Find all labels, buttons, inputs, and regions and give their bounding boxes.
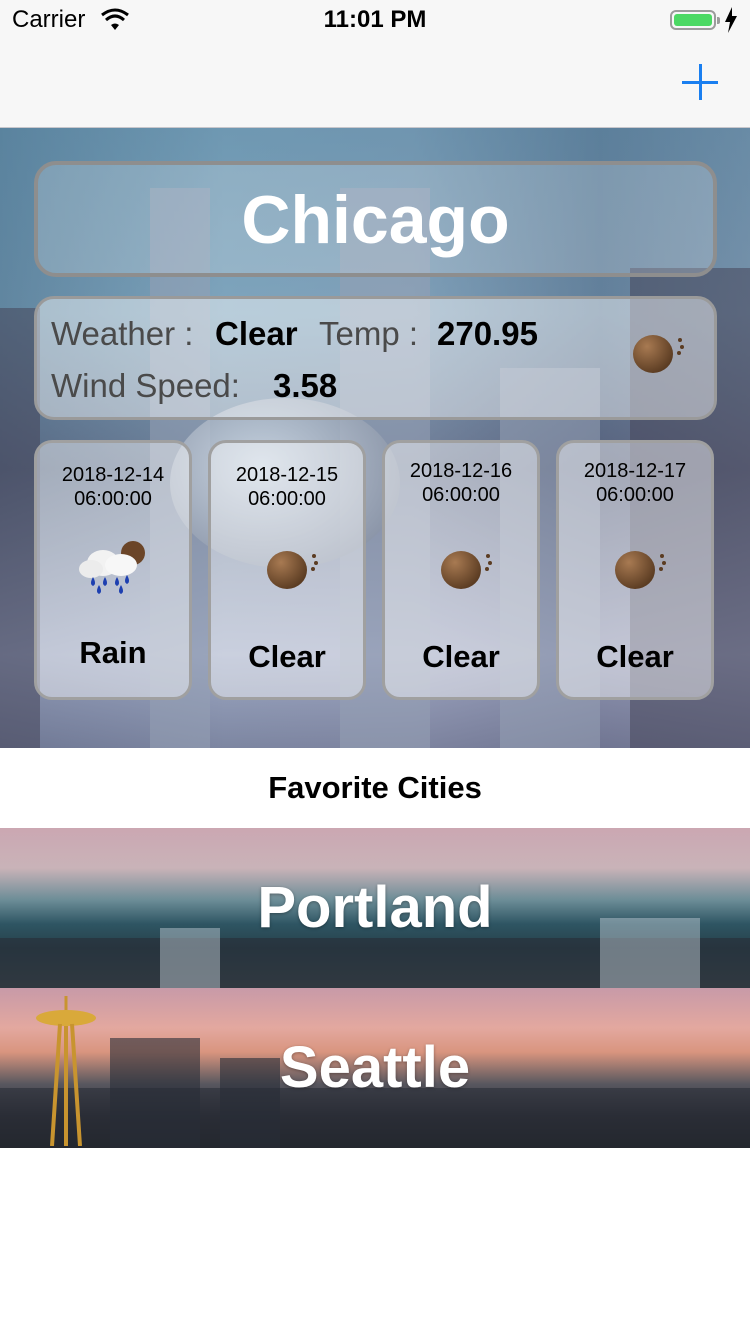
status-bar: Carrier 11:01 PM [0,0,750,40]
forecast-card[interactable]: 2018-12-17 06:00:00 Clear [556,440,714,700]
clear-sun-icon [441,551,490,589]
favorite-city-name: Seattle [279,1035,471,1100]
forecast-card[interactable]: 2018-12-14 06:00:00 Rain [34,440,192,700]
temp-label: Temp : [319,315,419,352]
favorites-title: Favorite Cities [268,770,482,805]
status-time: 11:01 PM [323,6,427,33]
add-city-button[interactable] [680,62,720,102]
wind-speed-label: Wind Speed: [51,367,240,404]
forecast-condition: Clear [596,639,674,674]
forecast-time: 06:00:00 [248,488,326,510]
forecast-condition: Clear [248,639,326,674]
favorite-city-name: Portland [257,875,493,940]
charging-bolt-icon [725,7,737,33]
current-conditions-box: Weather : Clear Temp : 270.95 Wind Speed… [34,296,717,420]
navigation-bar [0,40,750,128]
wind-speed-value: 3.58 [273,367,338,404]
clear-sun-icon [615,551,664,589]
forecast-card[interactable]: 2018-12-16 06:00:00 Clear [382,440,540,700]
forecast-date: 2018-12-16 [409,460,513,482]
current-weather-panel: Chicago Weather : Clear Temp : 270.95 Wi… [0,128,750,748]
forecast-time: 06:00:00 [596,484,674,506]
battery-icon [670,10,720,30]
clear-sun-icon [267,551,316,589]
clear-sun-icon [633,335,682,373]
rain-cloud-icon [79,541,145,594]
favorite-city-seattle[interactable]: Seattle [0,988,750,1148]
favorite-city-portland[interactable]: Portland [0,828,750,988]
temp-value: 270.95 [437,315,538,352]
forecast-date: 2018-12-15 [235,464,339,486]
forecast-date: 2018-12-17 [583,460,687,482]
city-name: Chicago [241,182,510,258]
forecast-card[interactable]: 2018-12-15 06:00:00 Clear [208,440,366,700]
forecast-date: 2018-12-14 [61,464,165,486]
weather-label: Weather : [51,315,194,352]
forecast-time: 06:00:00 [74,488,152,510]
forecast-condition: Clear [422,639,500,674]
forecast-time: 06:00:00 [422,484,500,506]
forecast-condition: Rain [79,635,147,670]
weather-value: Clear [215,315,298,352]
city-title-box: Chicago [34,161,717,277]
